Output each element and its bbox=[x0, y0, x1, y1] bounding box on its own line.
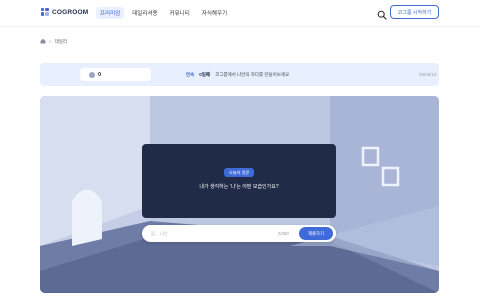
nav-item-knowledge[interactable]: 자식해우기 bbox=[198, 7, 231, 19]
question-card: 오늘의 질문 내가 생각하는 '나'는 어떤 모습인가요? bbox=[142, 144, 336, 218]
question-hero: 오늘의 질문 내가 생각하는 '나'는 어떤 모습인가요? 0/300 제출하기 bbox=[40, 96, 439, 293]
streak-info: 연속 0일째 코그룸에서 나만의 하다를 만들어보세요 bbox=[186, 72, 289, 78]
streak-message: 코그룸에서 나만의 하다를 만들어보세요 bbox=[215, 72, 290, 77]
answer-bar: 0/300 제출하기 bbox=[142, 225, 336, 242]
nav-item-daily[interactable]: 데일리셔용 bbox=[128, 7, 161, 19]
nav-item-community[interactable]: 커뮤니티 bbox=[166, 7, 194, 19]
header-divider bbox=[0, 26, 480, 27]
logo[interactable]: COGROOM bbox=[41, 8, 88, 16]
site-header: COGROOM 프리미엄 데일리셔용 커뮤니티 자식해우기 코그룸 시작하기 bbox=[0, 0, 480, 26]
answer-input[interactable] bbox=[151, 229, 271, 238]
question-text: 내가 생각하는 '나'는 어떤 모습인가요? bbox=[199, 184, 279, 190]
streak-label: 연속 bbox=[186, 72, 195, 77]
answer-char-count: 0/300 bbox=[278, 231, 289, 236]
breadcrumb: > 데일리 bbox=[40, 38, 67, 45]
streak-days: 0일째 bbox=[199, 72, 211, 77]
breadcrumb-separator: > bbox=[49, 39, 52, 44]
submit-button[interactable]: 제출하기 bbox=[299, 227, 333, 240]
nav-item-premium[interactable]: 프리미엄 bbox=[96, 7, 125, 19]
coin-pill: 0 bbox=[80, 68, 151, 81]
home-icon[interactable] bbox=[40, 38, 46, 45]
coin-count: 0 bbox=[98, 71, 102, 78]
search-icon[interactable] bbox=[377, 7, 387, 20]
logo-text: COGROOM bbox=[52, 8, 89, 16]
start-button[interactable]: 코그룸 시작하기 bbox=[390, 5, 439, 19]
cogroom-logo-icon bbox=[41, 8, 49, 16]
info-date: 26/05/12 bbox=[419, 72, 437, 77]
breadcrumb-current: 데일리 bbox=[54, 38, 68, 44]
daily-info-bar: 0 연속 0일째 코그룸에서 나만의 하다를 만들어보세요 26/05/12 bbox=[40, 63, 439, 86]
coin-icon bbox=[89, 71, 95, 78]
main-nav: 프리미엄 데일리셔용 커뮤니티 자식해우기 bbox=[96, 7, 231, 19]
question-badge: 오늘의 질문 bbox=[224, 168, 255, 177]
